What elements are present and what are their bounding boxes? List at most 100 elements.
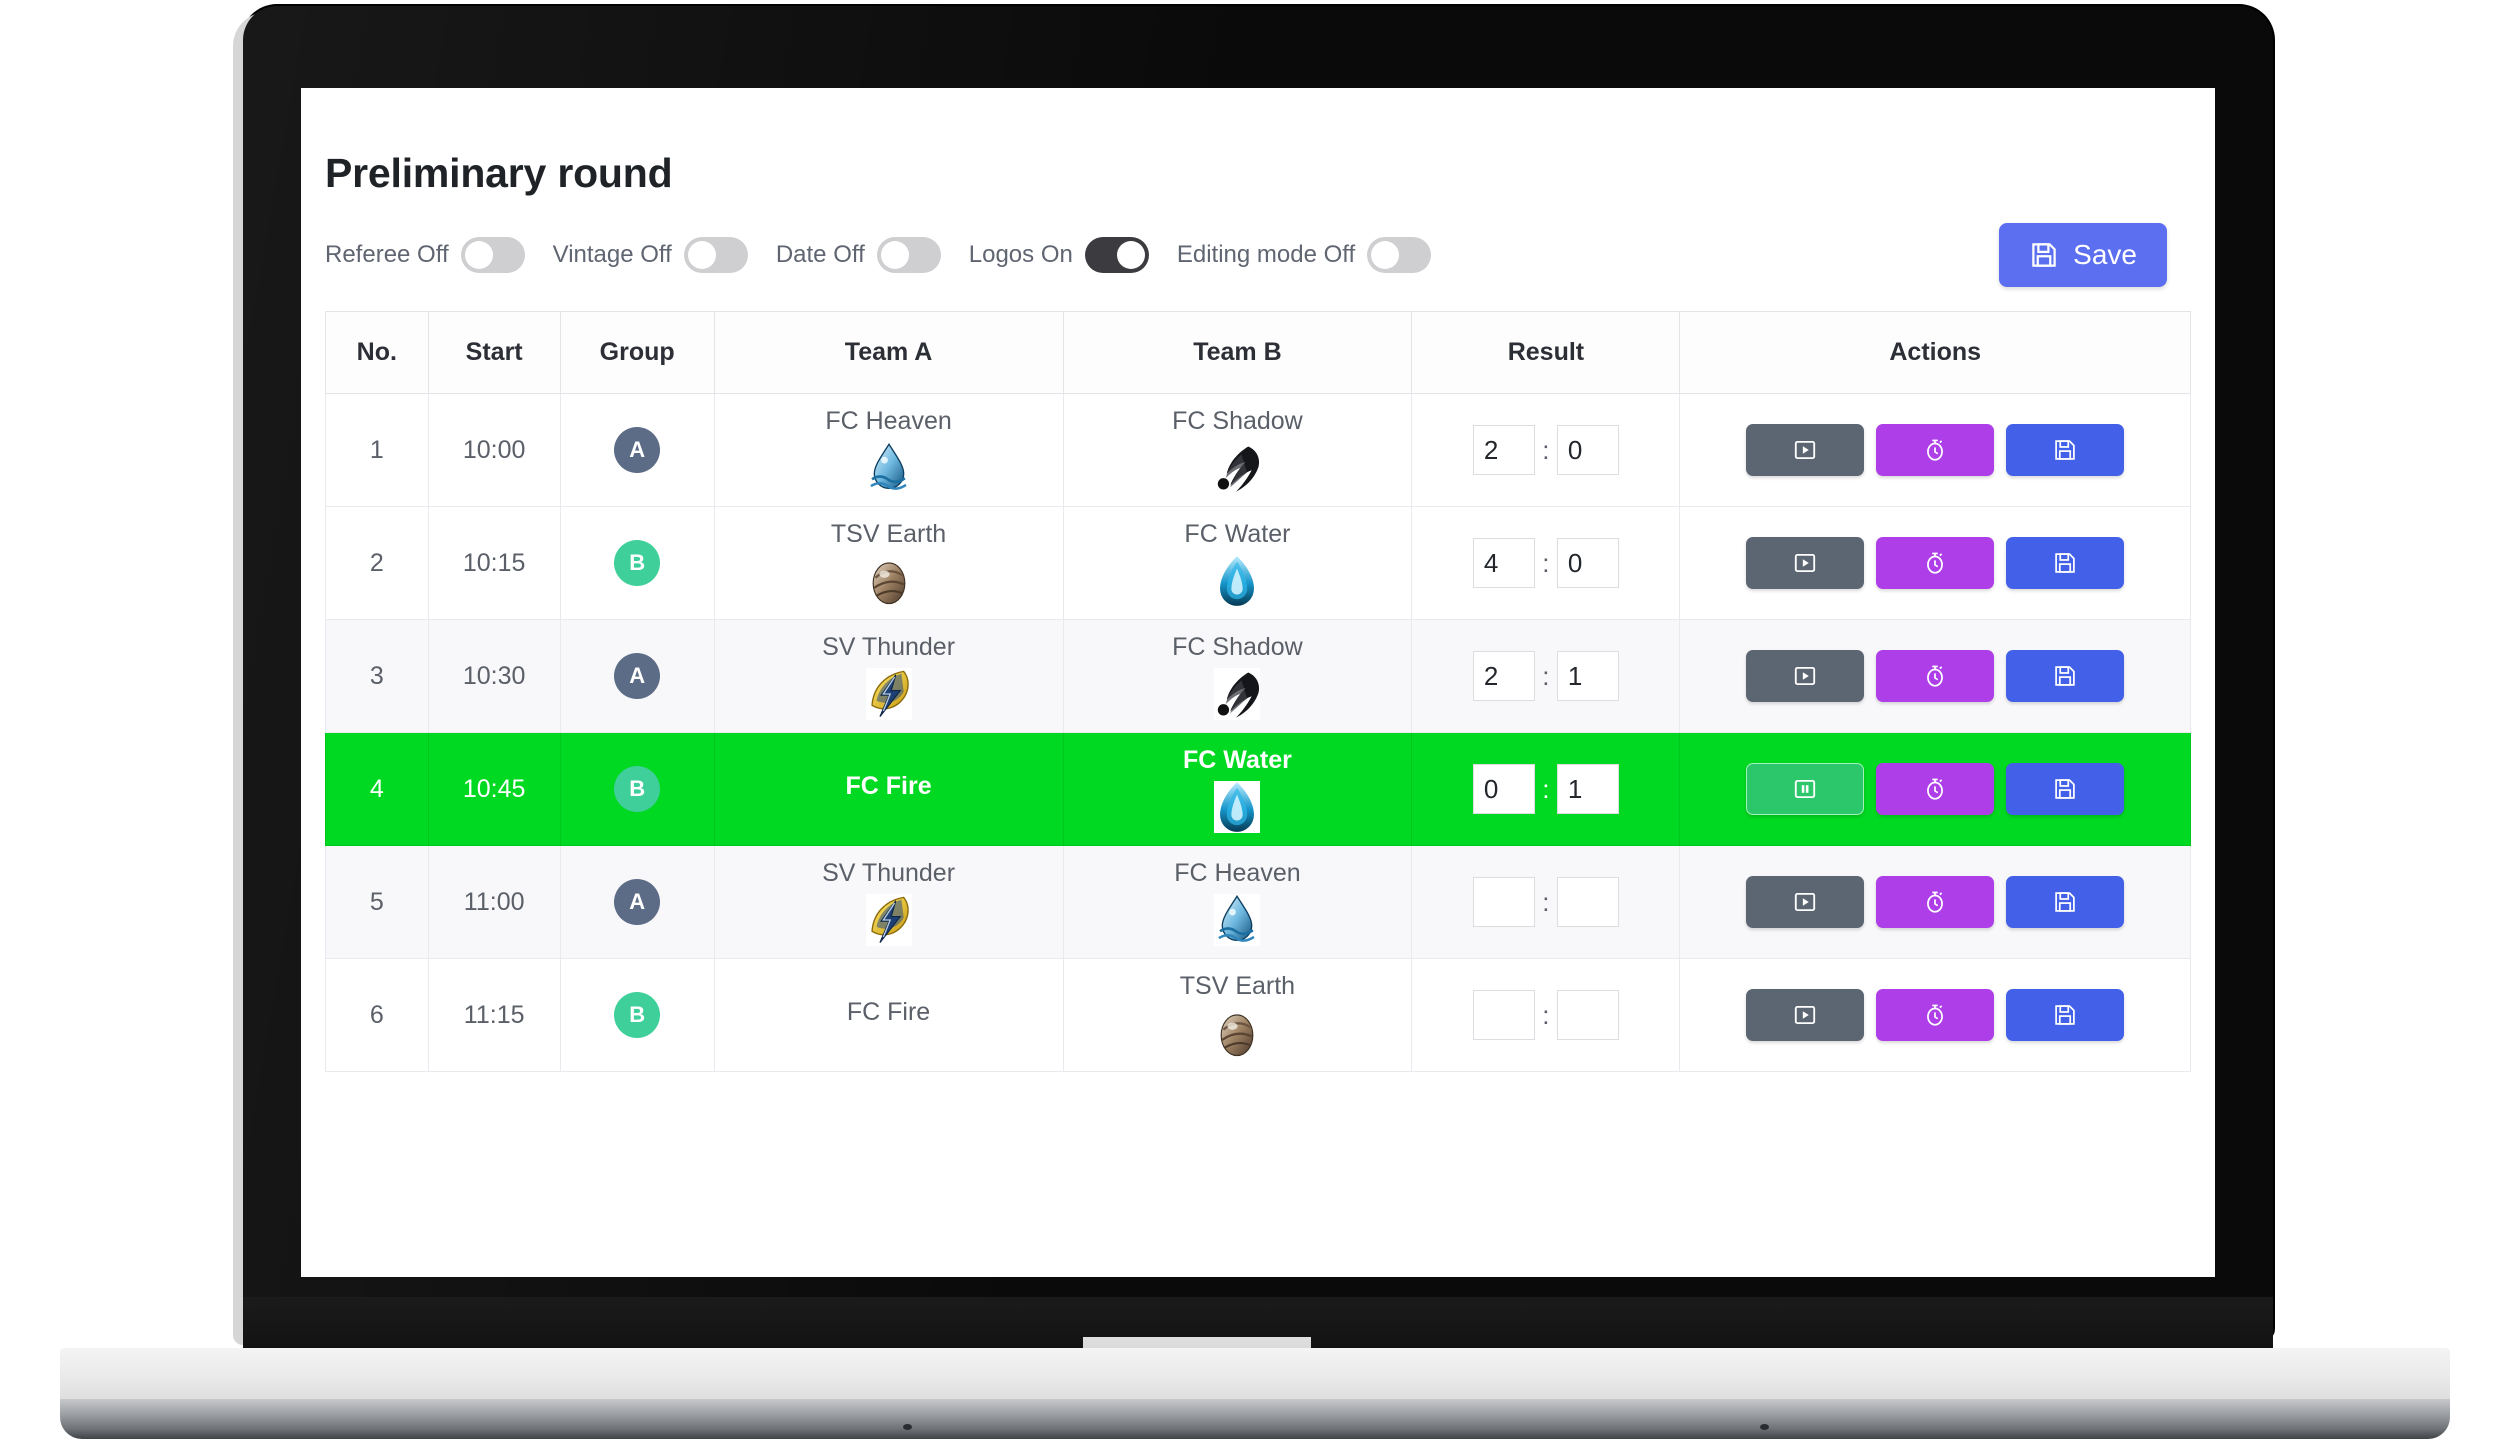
blue-flame-logo — [1214, 780, 1261, 833]
cell-team-a: SV Thunder — [713, 845, 1064, 959]
score-b-input[interactable] — [1556, 877, 1619, 927]
team-a-name: FC Fire — [845, 771, 932, 800]
page-title: Preliminary round — [325, 150, 673, 196]
cell-start: 11:00 — [427, 845, 561, 959]
save-result-button[interactable] — [2006, 763, 2125, 815]
score-a-input[interactable] — [1472, 651, 1535, 701]
stopwatch-icon — [1922, 437, 1948, 463]
group-badge: B — [614, 766, 661, 812]
timer-button[interactable] — [1876, 424, 1995, 476]
score-a-input[interactable] — [1472, 425, 1535, 475]
water-drop-logo — [1214, 893, 1261, 946]
cell-no: 2 — [325, 506, 429, 620]
match-start-time: 10:00 — [462, 435, 526, 464]
toggle-label-editing-mode: Editing mode Off — [1176, 241, 1356, 268]
play-match-button[interactable] — [1746, 650, 1865, 702]
toggle-vintage[interactable] — [683, 237, 748, 273]
column-header-result: Result — [1411, 311, 1681, 394]
team-b-name: FC Shadow — [1172, 406, 1303, 435]
score-a-input[interactable] — [1472, 764, 1535, 814]
stop-match-button[interactable] — [1746, 763, 1865, 815]
table-head: No. Start Group Team A Team B Result Act… — [325, 311, 2191, 394]
cell-group: A — [559, 393, 715, 507]
toolbar: Referee Off Vintage Off Date Off Logos O… — [301, 197, 2215, 287]
laptop-screen: Preliminary round Referee Off Vintage Of… — [301, 88, 2215, 1277]
toggle-label-referee: Referee Off — [325, 241, 449, 268]
save-result-button[interactable] — [2006, 650, 2125, 702]
stopwatch-icon — [1922, 889, 1948, 915]
table-row[interactable]: 2 10:15 B TSV Earth FC Water: — [325, 506, 2191, 620]
score-a-input[interactable] — [1472, 877, 1535, 927]
water-drop-logo — [865, 441, 912, 494]
cell-team-b: FC Water — [1062, 506, 1413, 620]
cell-team-a: TSV Earth — [713, 506, 1064, 620]
toggle-date[interactable] — [876, 237, 941, 273]
toggle-editing-mode[interactable] — [1367, 237, 1432, 273]
match-start-time: 10:15 — [462, 548, 526, 577]
group-badge: B — [614, 992, 661, 1038]
timer-button[interactable] — [1876, 763, 1995, 815]
score-a-input[interactable] — [1472, 538, 1535, 588]
team-b-name: FC Heaven — [1174, 858, 1301, 887]
cell-group: B — [559, 732, 715, 846]
score-b-input[interactable] — [1556, 425, 1619, 475]
floppy-disk-icon — [2029, 240, 2059, 270]
table-row[interactable]: 3 10:30 A SV Thunder FC Shadow: — [325, 619, 2191, 733]
table-row[interactable]: 4 10:45 B FC Fire FC Water: — [325, 732, 2191, 846]
table-row[interactable]: 5 11:00 A SV Thunder FC Heaven: — [325, 845, 2191, 959]
play-match-button[interactable] — [1746, 876, 1865, 928]
play-match-button[interactable] — [1746, 537, 1865, 589]
stopwatch-icon — [1922, 663, 1948, 689]
team-a-name: FC Heaven — [825, 406, 952, 435]
table-row[interactable]: 6 11:15 B FC Fire TSV Earth: — [325, 958, 2191, 1072]
score-b-input[interactable] — [1556, 538, 1619, 588]
timer-button[interactable] — [1876, 650, 1995, 702]
match-start-time: 11:15 — [463, 1000, 525, 1029]
timer-button[interactable] — [1876, 537, 1995, 589]
timer-button[interactable] — [1876, 876, 1995, 928]
group-badge: A — [614, 879, 661, 925]
toggle-group-date: Date Off — [776, 237, 941, 273]
play-match-button[interactable] — [1746, 424, 1865, 476]
score-b-input[interactable] — [1556, 764, 1619, 814]
score-a-input[interactable] — [1472, 990, 1535, 1040]
play-icon — [1792, 663, 1818, 689]
match-start-time: 10:30 — [462, 661, 526, 690]
match-start-time: 10:45 — [462, 774, 526, 803]
cell-team-b: TSV Earth — [1062, 958, 1413, 1072]
save-result-button[interactable] — [2006, 876, 2125, 928]
cell-team-b: FC Shadow — [1062, 393, 1413, 507]
score-separator: : — [1542, 886, 1550, 917]
column-header-start: Start — [427, 311, 561, 394]
team-a-name: TSV Earth — [830, 519, 947, 548]
cell-no: 6 — [325, 958, 429, 1072]
score-separator: : — [1542, 773, 1550, 804]
toggle-logos[interactable] — [1084, 237, 1149, 273]
table-row[interactable]: 1 10:00 A FC Heaven FC Shadow: — [325, 393, 2191, 507]
play-icon — [1792, 550, 1818, 576]
match-number: 1 — [369, 435, 384, 464]
lightning-bolt-logo — [865, 667, 912, 720]
save-result-button[interactable] — [2006, 424, 2125, 476]
cell-result: : — [1411, 732, 1681, 846]
cell-actions — [1679, 845, 2191, 959]
save-button[interactable]: Save — [1999, 223, 2167, 287]
lightning-bolt-logo — [865, 893, 912, 946]
save-result-button[interactable] — [2006, 537, 2125, 589]
match-number: 4 — [369, 774, 384, 803]
toggle-group-referee: Referee Off — [325, 237, 525, 273]
column-header-team-b: Team B — [1062, 311, 1413, 394]
column-header-no: No. — [325, 311, 429, 394]
toggle-referee[interactable] — [460, 237, 525, 273]
timer-button[interactable] — [1876, 989, 1995, 1041]
score-b-input[interactable] — [1556, 990, 1619, 1040]
schedule-table-container: No. Start Group Team A Team B Result Act… — [301, 287, 2215, 1072]
toggle-knob — [1371, 241, 1400, 269]
floppy-disk-icon — [2052, 550, 2078, 576]
team-b-name: FC Water — [1184, 519, 1291, 548]
play-match-button[interactable] — [1746, 989, 1865, 1041]
match-start-time: 11:00 — [463, 887, 525, 916]
toggle-label-logos: Logos On — [968, 241, 1073, 268]
score-b-input[interactable] — [1556, 651, 1619, 701]
save-result-button[interactable] — [2006, 989, 2125, 1041]
